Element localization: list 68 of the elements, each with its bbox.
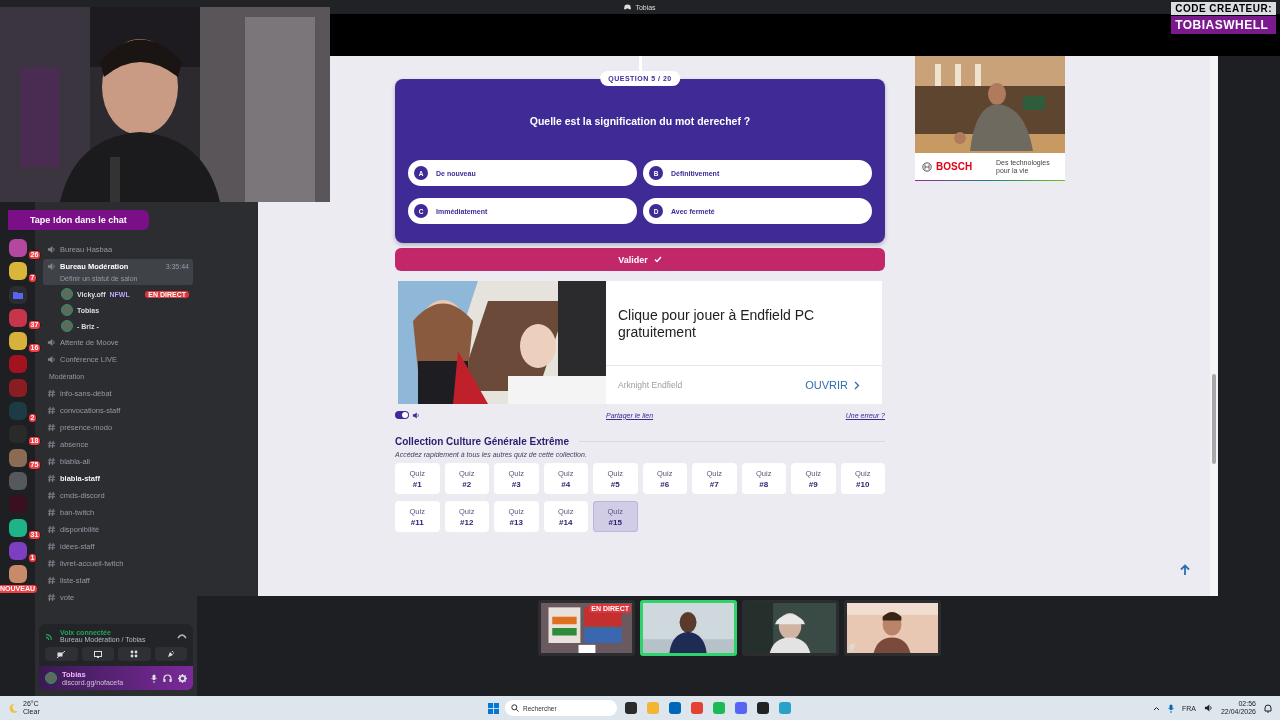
hash-icon xyxy=(47,491,56,500)
check-icon xyxy=(653,256,662,263)
microphone-icon[interactable] xyxy=(151,673,157,683)
taskbar-app-icon[interactable] xyxy=(625,702,637,714)
avatar-icon xyxy=(61,288,73,300)
speaker-icon xyxy=(47,355,56,364)
hash-icon xyxy=(47,474,56,483)
muted-mic-icon xyxy=(848,643,856,652)
ad-headline: Clique pour jouer à Endfield PC gratuitement xyxy=(606,281,882,366)
creator-code-label: CODE CREATEUR: xyxy=(1171,2,1276,15)
hash-icon xyxy=(47,406,56,415)
validate-button[interactable]: Valider xyxy=(395,248,885,271)
server-icon[interactable] xyxy=(8,239,27,257)
camera-off-icon xyxy=(57,650,66,658)
back-to-top-icon[interactable] xyxy=(1179,564,1191,576)
chevron-up-icon[interactable] xyxy=(1152,705,1160,711)
search-icon xyxy=(511,704,519,712)
hash-icon xyxy=(47,423,56,432)
speaker-icon xyxy=(47,338,56,347)
hash-icon xyxy=(47,576,56,585)
scrollbar-thumb[interactable] xyxy=(1212,374,1216,464)
hash-icon xyxy=(47,559,56,568)
avatar-icon[interactable] xyxy=(45,672,57,684)
open-button[interactable]: OUVRIR xyxy=(805,379,870,391)
hash-icon xyxy=(47,389,56,398)
microphone-icon[interactable] xyxy=(1167,703,1174,713)
windows-start-icon[interactable] xyxy=(488,702,499,714)
avatar-icon xyxy=(61,304,73,316)
brand-name: BOSCH xyxy=(936,161,973,172)
hash-icon xyxy=(47,542,56,551)
chevron-icon xyxy=(854,380,860,390)
speaker-icon xyxy=(47,262,56,271)
screen-share-button[interactable] xyxy=(81,647,114,661)
speaker-icon xyxy=(412,411,420,419)
hash-icon xyxy=(47,593,56,602)
hang-up-icon[interactable] xyxy=(177,633,187,639)
chat-prompt-banner: Tape !don dans le chat xyxy=(8,210,149,230)
speaker-icon[interactable] xyxy=(1203,704,1213,712)
screen-icon xyxy=(93,650,102,658)
advertiser-name: Arknight Endfield xyxy=(618,380,684,390)
brand-logo-icon xyxy=(922,161,932,172)
taskbar-app-icon[interactable] xyxy=(757,702,769,714)
hash-icon xyxy=(47,525,56,534)
avatar-icon xyxy=(61,320,73,332)
collection-title: Collection Culture Générale Extrême xyxy=(395,436,569,447)
server-icon[interactable] xyxy=(8,332,27,351)
signal-icon xyxy=(45,631,54,641)
server-icon[interactable] xyxy=(8,518,27,537)
creator-code: TOBIASWHELL xyxy=(1171,16,1276,34)
question-text: Quelle est la signification du mot derechef ? xyxy=(529,115,751,127)
folder-icon[interactable] xyxy=(8,285,27,304)
activities-button[interactable] xyxy=(118,647,151,661)
camera-button[interactable] xyxy=(45,647,78,661)
bell-icon[interactable] xyxy=(1264,703,1272,713)
hash-icon xyxy=(47,440,56,449)
headphones-icon[interactable] xyxy=(163,674,172,682)
server-icon[interactable] xyxy=(8,565,27,584)
hash-icon xyxy=(47,508,56,517)
ad-banner[interactable]: Clique pour jouer à Endfield PC gratuitement Arknight Endfield OUVRIR xyxy=(398,281,882,404)
server-icon[interactable] xyxy=(8,448,27,467)
settings-icon[interactable] xyxy=(178,673,187,683)
server-icon[interactable] xyxy=(8,262,27,281)
speaker-icon xyxy=(47,245,56,254)
sound-toggle[interactable] xyxy=(395,411,409,419)
hash-icon xyxy=(47,457,56,466)
grid-icon xyxy=(130,650,139,658)
soundboard-button[interactable] xyxy=(154,647,187,661)
party-horn-icon xyxy=(166,650,175,658)
